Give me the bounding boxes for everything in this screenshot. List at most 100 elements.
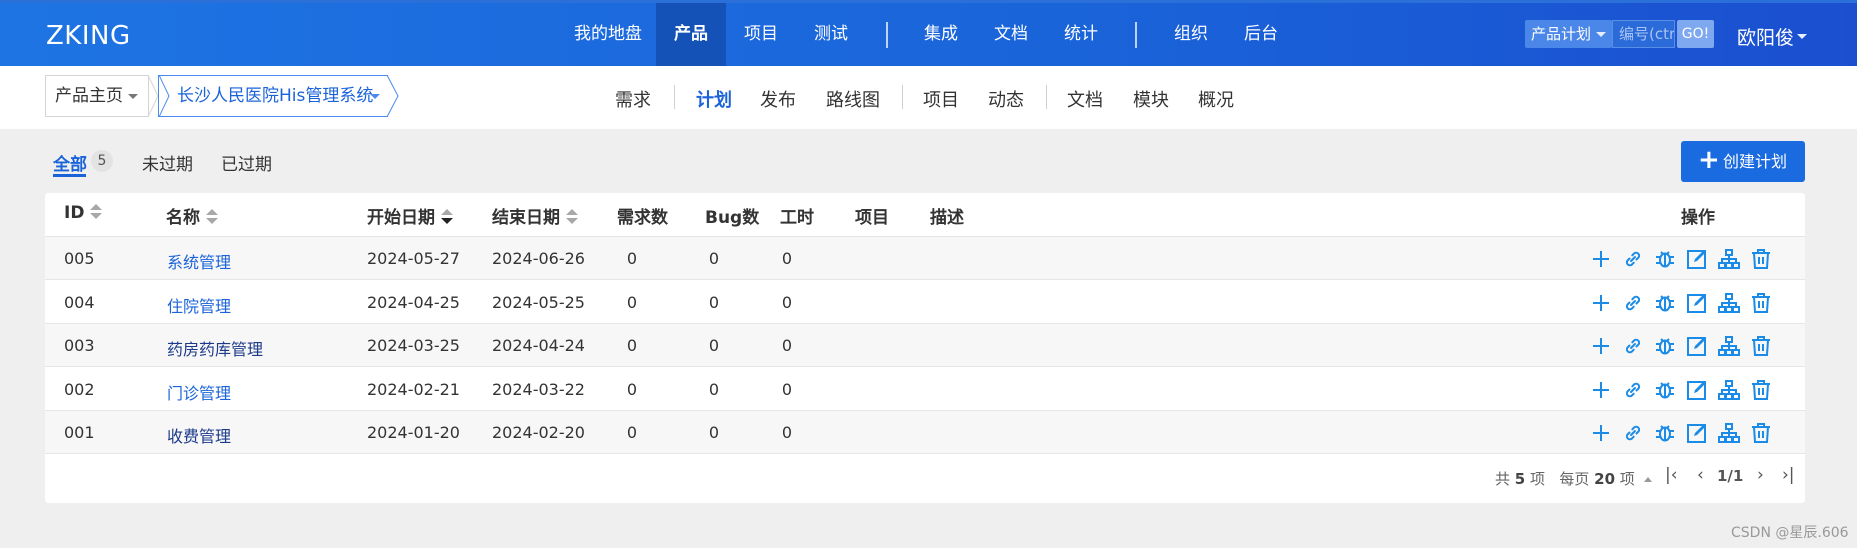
breadcrumb-product[interactable]: 长沙人民医院His管理系统 xyxy=(158,75,388,117)
plus-icon[interactable] xyxy=(1588,246,1614,272)
breadcrumb-home-label: 产品主页 xyxy=(55,86,123,106)
subnav-roadmap[interactable]: 路线图 xyxy=(826,86,880,112)
pager-per-page[interactable]: 20 xyxy=(1594,470,1615,488)
hierarchy-icon[interactable] xyxy=(1716,290,1742,316)
tab-all[interactable]: 全部 xyxy=(53,150,87,175)
edit-icon[interactable] xyxy=(1684,246,1710,272)
nav-item-stats[interactable]: 统计 xyxy=(1046,3,1116,66)
create-plan-button[interactable]: + 创建计划 xyxy=(1681,141,1805,182)
chevron-down-icon xyxy=(1797,34,1807,39)
trash-icon[interactable] xyxy=(1748,377,1774,403)
sub-header: 产品主页 长沙人民医院His管理系统 需求 计划 发布 路线图 项目 动态 文档… xyxy=(0,66,1857,129)
bug-icon[interactable] xyxy=(1652,333,1678,359)
table-row: 004 住院管理 2024-04-25 2024-05-25 0 0 0 xyxy=(45,281,1805,324)
cell-name-link[interactable]: 系统管理 xyxy=(167,249,231,273)
cell-name-link[interactable]: 药房药库管理 xyxy=(167,336,263,360)
edit-icon[interactable] xyxy=(1684,333,1710,359)
col-end-label: 结束日期 xyxy=(492,208,560,228)
search-input[interactable]: 编号(ctrl+g) xyxy=(1612,20,1675,48)
bug-icon[interactable] xyxy=(1652,246,1678,272)
col-start-label: 开始日期 xyxy=(367,208,435,228)
subnav-module[interactable]: 模块 xyxy=(1133,86,1169,112)
col-stories: 需求数 xyxy=(617,208,668,228)
col-name-label: 名称 xyxy=(166,208,200,228)
cell-name-link[interactable]: 收费管理 xyxy=(167,423,231,447)
cell-name-link[interactable]: 住院管理 xyxy=(167,293,231,317)
plus-icon[interactable] xyxy=(1588,420,1614,446)
trash-icon[interactable] xyxy=(1748,246,1774,272)
nav-item-doc[interactable]: 文档 xyxy=(976,3,1046,66)
cell-start-date: 2024-01-20 xyxy=(367,423,460,442)
col-end-date[interactable]: 结束日期 xyxy=(492,203,578,228)
search-scope-select[interactable]: 产品计划 xyxy=(1525,20,1612,48)
pager-summary: 共 5 项 每页 20 项 xyxy=(1495,468,1652,489)
link-icon[interactable] xyxy=(1620,420,1646,446)
tab-unexpired[interactable]: 未过期 xyxy=(142,150,193,175)
subnav-overview[interactable]: 概况 xyxy=(1198,86,1234,112)
subnav-doc[interactable]: 文档 xyxy=(1067,86,1103,112)
hierarchy-icon[interactable] xyxy=(1716,246,1742,272)
nav-item-test[interactable]: 测试 xyxy=(796,3,866,66)
cell-start-date: 2024-05-27 xyxy=(367,249,460,268)
edit-icon[interactable] xyxy=(1684,420,1710,446)
col-name[interactable]: 名称 xyxy=(166,203,218,228)
trash-icon[interactable] xyxy=(1748,420,1774,446)
col-desc: 描述 xyxy=(930,208,964,228)
edit-icon[interactable] xyxy=(1684,377,1710,403)
subnav-project[interactable]: 项目 xyxy=(923,86,959,112)
subnav-release[interactable]: 发布 xyxy=(760,86,796,112)
last-page-icon[interactable]: ›| xyxy=(1782,465,1795,485)
nav-item-project[interactable]: 项目 xyxy=(726,3,796,66)
create-plan-label: 创建计划 xyxy=(1723,152,1788,171)
plus-icon: + xyxy=(1698,145,1720,175)
nav-item-admin[interactable]: 后台 xyxy=(1226,3,1296,66)
plus-icon[interactable] xyxy=(1588,290,1614,316)
bug-icon[interactable] xyxy=(1652,377,1678,403)
col-actions: 操作 xyxy=(1681,208,1715,228)
tab-expired[interactable]: 已过期 xyxy=(221,150,272,175)
link-icon[interactable] xyxy=(1620,377,1646,403)
hierarchy-icon[interactable] xyxy=(1716,420,1742,446)
prev-page-icon[interactable]: ‹ xyxy=(1697,465,1704,485)
bug-icon[interactable] xyxy=(1652,420,1678,446)
cell-bugs: 0 xyxy=(708,379,720,399)
go-button[interactable]: GO! xyxy=(1677,20,1714,48)
cell-end-date: 2024-02-20 xyxy=(492,423,585,442)
subnav-plan[interactable]: 计划 xyxy=(696,86,732,112)
cell-start-date: 2024-03-25 xyxy=(367,336,460,355)
nav-item-product[interactable]: 产品 xyxy=(656,3,726,66)
nav-item-org[interactable]: 组织 xyxy=(1156,3,1226,66)
user-menu[interactable]: 欧阳俊 xyxy=(1737,23,1794,50)
cell-hours: 0 xyxy=(781,249,793,268)
col-start-date[interactable]: 开始日期 xyxy=(367,203,453,228)
pager-total-suffix: 项 xyxy=(1530,470,1546,488)
cell-end-date: 2024-03-22 xyxy=(492,379,585,399)
plus-icon[interactable] xyxy=(1588,377,1614,403)
nav-item-dashboard[interactable]: 我的地盘 xyxy=(568,3,648,66)
bug-icon[interactable] xyxy=(1652,290,1678,316)
edit-icon[interactable] xyxy=(1684,290,1710,316)
cell-id: 005 xyxy=(64,249,95,268)
trash-icon[interactable] xyxy=(1748,290,1774,316)
col-id[interactable]: ID xyxy=(64,203,103,223)
hierarchy-icon[interactable] xyxy=(1716,333,1742,359)
cell-name-link[interactable]: 门诊管理 xyxy=(167,380,231,404)
top-header: ZKING 我的地盘 产品 项目 测试 集成 文档 统计 组织 后台 产品计划 … xyxy=(0,0,1857,66)
col-hours: 工时 xyxy=(780,208,814,228)
trash-icon[interactable] xyxy=(1748,333,1774,359)
hierarchy-icon[interactable] xyxy=(1716,377,1742,403)
next-page-icon[interactable]: › xyxy=(1757,465,1764,485)
nav-item-integration[interactable]: 集成 xyxy=(906,3,976,66)
nav-divider xyxy=(886,22,888,48)
subnav-activity[interactable]: 动态 xyxy=(988,86,1024,112)
link-icon[interactable] xyxy=(1620,290,1646,316)
subnav-stories[interactable]: 需求 xyxy=(615,86,651,112)
link-icon[interactable] xyxy=(1620,246,1646,272)
app-logo[interactable]: ZKING xyxy=(46,21,131,51)
cell-hours: 0 xyxy=(781,292,793,312)
first-page-icon[interactable]: |‹ xyxy=(1665,465,1678,485)
cell-stories: 0 xyxy=(626,292,638,312)
breadcrumb-home[interactable]: 产品主页 xyxy=(45,75,149,117)
plus-icon[interactable] xyxy=(1588,333,1614,359)
link-icon[interactable] xyxy=(1620,333,1646,359)
